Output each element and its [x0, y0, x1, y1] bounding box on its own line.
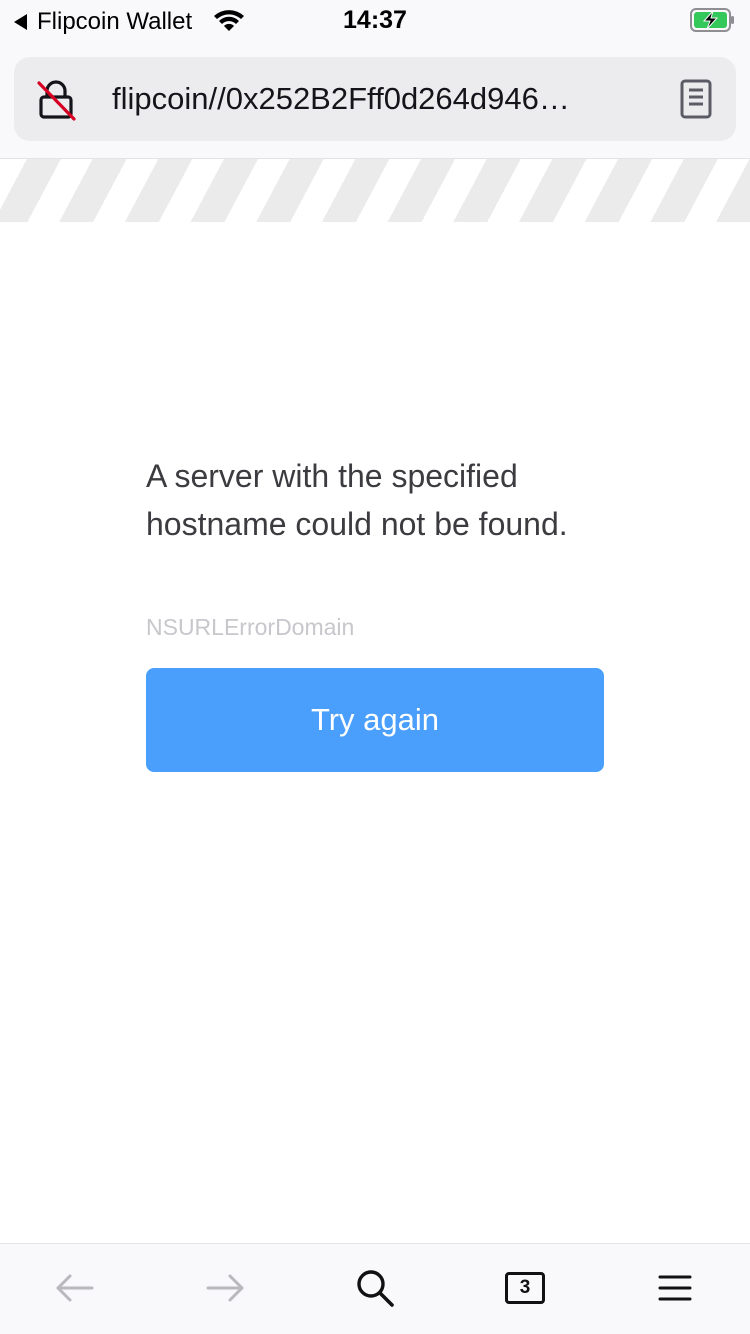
battery-charging-icon — [690, 8, 734, 32]
arrow-left-icon — [56, 1274, 94, 1302]
hamburger-menu-icon — [658, 1275, 692, 1301]
search-icon — [357, 1270, 394, 1307]
try-again-button[interactable]: Try again — [146, 668, 604, 772]
tabs-button[interactable]: 3 — [501, 1264, 549, 1312]
search-button[interactable] — [351, 1264, 399, 1312]
arrow-right-icon — [206, 1274, 244, 1302]
insecure-lock-icon[interactable] — [36, 79, 76, 121]
forward-button[interactable] — [201, 1264, 249, 1312]
back-button[interactable] — [51, 1264, 99, 1312]
browser-screen: Flipcoin Wallet 14:37 flipcoin//0x252B2F… — [0, 0, 750, 1334]
menu-button[interactable] — [651, 1264, 699, 1312]
reader-mode-icon[interactable] — [680, 79, 712, 119]
tab-count-badge: 3 — [505, 1272, 545, 1304]
loading-stripes — [0, 159, 750, 222]
url-text[interactable]: flipcoin//0x252B2Fff0d264d946… — [112, 81, 657, 117]
url-bar[interactable]: flipcoin//0x252B2Fff0d264d946… — [14, 57, 736, 141]
error-domain: NSURLErrorDomain — [146, 614, 355, 640]
status-bar: Flipcoin Wallet 14:37 — [0, 0, 750, 40]
url-toolbar: flipcoin//0x252B2Fff0d264d946… — [0, 40, 750, 159]
bottom-toolbar: 3 — [0, 1243, 750, 1334]
status-time: 14:37 — [343, 6, 407, 34]
error-message: A server with the specified hostname cou… — [146, 458, 568, 542]
